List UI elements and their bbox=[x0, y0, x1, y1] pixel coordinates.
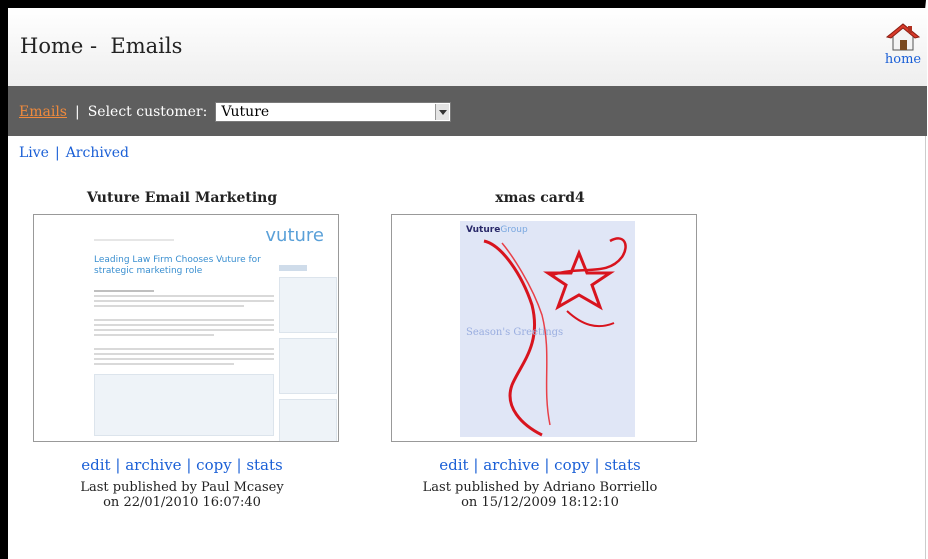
status-subnav: Live | Archived bbox=[19, 145, 129, 161]
email-card-title: Vuture Email Marketing bbox=[86, 190, 278, 206]
customer-select[interactable]: Vuture bbox=[215, 102, 452, 122]
season-greetings-text: Season's Greetings bbox=[466, 327, 564, 338]
published-on: on 15/12/2009 18:12:10 bbox=[461, 495, 619, 510]
email-thumbnail[interactable]: VutureGroup Season's Greetings bbox=[391, 214, 697, 442]
email-card: xmas card4 VutureGroup Season's Greeting… bbox=[380, 190, 700, 530]
xmas-card-preview: VutureGroup Season's Greetings bbox=[392, 215, 696, 441]
copy-link[interactable]: copy bbox=[554, 456, 590, 474]
edit-link[interactable]: edit bbox=[81, 456, 110, 474]
archive-link[interactable]: archive bbox=[125, 456, 181, 474]
newsletter-preview: vuture Leading Law Firm Chooses Vuture f… bbox=[34, 215, 338, 441]
email-actions: edit | archive | copy | stats bbox=[380, 456, 700, 474]
publish-info: Last published by Paul Mcasey on 22/01/2… bbox=[22, 480, 342, 510]
select-customer-label: Select customer: bbox=[87, 104, 208, 120]
page-header: Home - Emails home bbox=[8, 8, 927, 87]
newsletter-headline: Leading Law Firm Chooses Vuture for stra… bbox=[94, 255, 261, 276]
page-title: Home - Emails bbox=[20, 34, 183, 58]
home-icon bbox=[886, 23, 920, 51]
stats-link[interactable]: stats bbox=[604, 456, 640, 474]
action-separator: | bbox=[473, 456, 479, 474]
subnav-separator: | bbox=[54, 145, 60, 161]
email-card: Vuture Email Marketing vuture Leading La… bbox=[22, 190, 342, 530]
email-thumbnail[interactable]: vuture Leading Law Firm Chooses Vuture f… bbox=[33, 214, 339, 442]
live-link[interactable]: Live bbox=[19, 145, 49, 161]
action-separator: | bbox=[544, 456, 550, 474]
published-by: Last published by Paul Mcasey bbox=[80, 480, 284, 495]
action-separator: | bbox=[236, 456, 242, 474]
stats-link[interactable]: stats bbox=[246, 456, 282, 474]
customer-select-value: Vuture bbox=[221, 104, 270, 120]
toolbar: Emails | Select customer: Vuture bbox=[8, 86, 927, 136]
chevron-down-icon[interactable] bbox=[435, 104, 450, 120]
publish-info: Last published by Adriano Borriello on 1… bbox=[380, 480, 700, 510]
home-label[interactable]: home bbox=[885, 52, 921, 67]
archive-link[interactable]: archive bbox=[483, 456, 539, 474]
action-separator: | bbox=[594, 456, 600, 474]
published-on: on 22/01/2010 16:07:40 bbox=[103, 495, 261, 510]
vuture-logo: vuture bbox=[265, 225, 324, 246]
copy-link[interactable]: copy bbox=[196, 456, 232, 474]
emails-tab[interactable]: Emails bbox=[19, 104, 67, 120]
email-card-title: xmas card4 bbox=[495, 190, 585, 206]
archived-link[interactable]: Archived bbox=[66, 145, 129, 161]
edit-link[interactable]: edit bbox=[439, 456, 468, 474]
home-link[interactable]: home bbox=[881, 22, 925, 67]
email-actions: edit | archive | copy | stats bbox=[22, 456, 342, 474]
action-separator: | bbox=[115, 456, 121, 474]
toolbar-separator: | bbox=[74, 104, 80, 120]
published-by: Last published by Adriano Borriello bbox=[422, 480, 658, 495]
action-separator: | bbox=[186, 456, 192, 474]
